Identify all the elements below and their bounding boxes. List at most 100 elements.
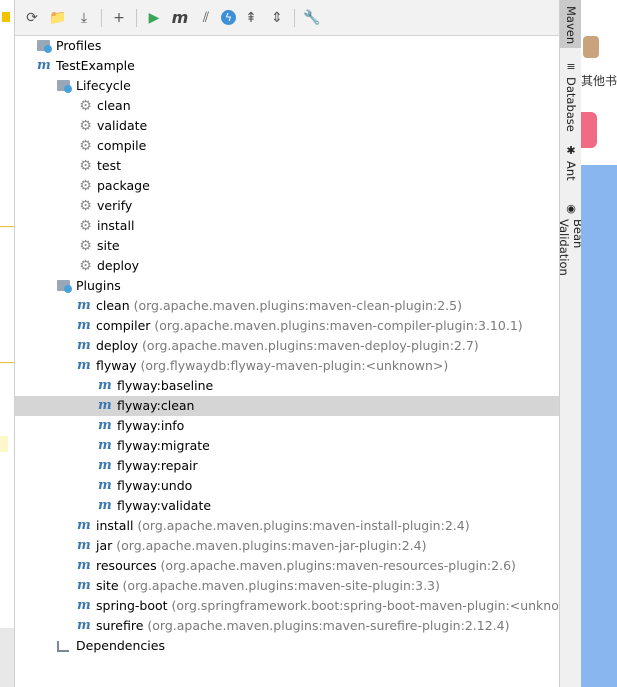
settings-wrench-icon[interactable]: 🔧 [301,7,323,29]
tree-node-pl-resources[interactable]: m resources (org.apache.maven.plugins:mav… [15,556,560,576]
tree-node-label: flyway:baseline [117,376,213,396]
plugin-coordinates: (org.springframework.boot:spring-boot-ma… [167,598,593,613]
run-icon[interactable]: ▶ [143,7,165,29]
download-sources-icon[interactable]: ⤓ [73,7,95,29]
tool-window-label: Ant [564,161,578,181]
tree-node-profiles[interactable]: Profiles [15,36,560,56]
node-name: flyway [96,358,137,373]
tree-node-dependencies[interactable]: Dependencies [15,636,560,656]
toolbar-separator [101,8,102,27]
tree-node-label: site (org.apache.maven.plugins:maven-sit… [96,576,440,596]
tool-window-label: Maven [564,6,578,45]
tree-node-lc-compile[interactable]: ⚙ compile [15,136,560,156]
tree-node-label: surefire (org.apache.maven.plugins:maven… [96,616,509,636]
tool-window-label: Database [564,77,578,132]
tree-node-label: site [97,236,120,256]
plugin-coordinates: (org.apache.maven.plugins:maven-install-… [133,518,470,533]
reload-icon[interactable]: ⟳ [21,7,43,29]
node-name: flyway:repair [117,458,198,473]
tree-node-pl-surefire[interactable]: m surefire (org.apache.maven.plugins:mave… [15,616,560,636]
maven-goal-icon: m [77,598,91,613]
plugin-coordinates: (org.apache.maven.plugins:maven-surefire… [143,618,510,633]
add-maven-project-icon[interactable]: 📁 [47,7,69,29]
tree-node-lifecycle[interactable]: Lifecycle [15,76,560,96]
node-name: flyway:migrate [117,438,210,453]
tree-node-lc-install[interactable]: ⚙ install [15,216,560,236]
tree-node-pl-site[interactable]: m site (org.apache.maven.plugins:maven-si… [15,576,560,596]
tree-node-pl-spring-boot[interactable]: m spring-boot (org.springframework.boot:s… [15,596,592,616]
maven-goal-icon: m [98,458,112,473]
toggle-offline-icon[interactable]: ⫽ [195,7,217,29]
tool-window-tab-ant[interactable]: ✱ Ant [560,144,582,188]
plugin-coordinates: (org.apache.maven.plugins:maven-site-plu… [118,578,440,593]
lifecycle-gear-icon: ⚙ [79,238,92,254]
background-window-edge [0,0,14,687]
guide-line [0,362,14,363]
tree-node-fw-baseline[interactable]: m flyway:baseline [15,376,560,396]
plugin-coordinates: (org.apache.maven.plugins:maven-compiler… [150,318,523,333]
tree-node-testexample[interactable]: m TestExample [15,56,560,76]
tree-node-pl-deploy[interactable]: m deploy (org.apache.maven.plugins:maven-… [15,336,560,356]
node-name: spring-boot [96,598,168,613]
maven-project-tree: Profiles m TestExample Lifecycle ⚙ clean ⚙ vali… [15,36,592,656]
maven-goal-icon: m [98,478,112,493]
tool-window-tab-database[interactable]: ≡ Database [560,60,582,138]
maven-goal-icon: m [77,558,91,573]
tree-node-label: Dependencies [76,636,165,656]
database-icon: ≡ [566,60,576,73]
maven-goal-icon: m [77,518,91,533]
tree-node-pl-compiler[interactable]: m compiler (org.apache.maven.plugins:mave… [15,316,560,336]
plugin-coordinates: (org.apache.maven.plugins:maven-resource… [156,558,516,573]
tree-node-lc-deploy[interactable]: ⚙ deploy [15,256,560,276]
node-name: flyway:validate [117,498,212,513]
tree-node-fw-info[interactable]: m flyway:info [15,416,560,436]
tree-node-pl-clean[interactable]: m clean (org.apache.maven.plugins:maven-c… [15,296,560,316]
tree-node-fw-repair[interactable]: m flyway:repair [15,456,560,476]
tree-node-lc-verify[interactable]: ⚙ verify [15,196,560,216]
tree-node-fw-validate[interactable]: m flyway:validate [15,496,560,516]
node-name: site [96,578,119,593]
maven-toolbar: ⟳ 📁 ⤓ + ▶ m ⫽ ϟ ⇞ ⇕ 🔧 [15,0,560,36]
maven-goal-icon: m [37,58,51,73]
node-name: flyway:info [117,418,185,433]
tree-node-pl-install[interactable]: m install (org.apache.maven.plugins:maven… [15,516,560,536]
node-name: verify [97,198,133,213]
tree-node-lc-validate[interactable]: ⚙ validate [15,116,560,136]
lifecycle-gear-icon: ⚙ [79,98,92,114]
tree-node-lc-package[interactable]: ⚙ package [15,176,560,196]
toolbar-separator [294,8,295,27]
tool-window-tab-maven[interactable]: Maven [560,0,582,48]
skip-tests-icon[interactable]: ϟ [221,10,236,25]
tree-node-label: clean (org.apache.maven.plugins:maven-cl… [96,296,462,316]
plus-icon[interactable]: + [108,7,130,29]
tree-node-lc-clean[interactable]: ⚙ clean [15,96,560,116]
tree-node-fw-migrate[interactable]: m flyway:migrate [15,436,560,456]
node-name: validate [97,118,148,133]
tool-window-tab-bean-validation[interactable]: ◉ Bean Validation [557,202,585,308]
lifecycle-gear-icon: ⚙ [79,258,92,274]
folder-icon [57,80,72,93]
execute-goal-icon[interactable]: m [169,7,191,29]
tree-node-pl-flyway[interactable]: m flyway (org.flywaydb:flyway-maven-plugi… [15,356,560,376]
tree-node-lc-site[interactable]: ⚙ site [15,236,560,256]
collapse-all-icon[interactable]: ⇕ [266,7,288,29]
plugin-coordinates: (org.apache.maven.plugins:maven-clean-pl… [129,298,462,313]
node-name: Dependencies [76,638,165,653]
tree-node-label: flyway:info [117,416,184,436]
node-name: flyway:undo [117,478,193,493]
tree-node-fw-clean[interactable]: m flyway:clean [15,396,560,416]
tree-node-fw-undo[interactable]: m flyway:undo [15,476,560,496]
node-name: Plugins [76,278,121,293]
node-name: install [97,218,135,233]
node-name: resources [96,558,157,573]
tree-node-label: flyway:clean [117,396,194,416]
highlight-marker [0,436,8,452]
show-dependencies-icon[interactable]: ⇞ [240,7,262,29]
tree-node-lc-test[interactable]: ⚙ test [15,156,560,176]
maven-goal-icon: m [77,578,91,593]
node-name: Lifecycle [76,78,131,93]
tree-node-plugins[interactable]: Plugins [15,276,560,296]
tree-node-pl-jar[interactable]: m jar (org.apache.maven.plugins:maven-jar… [15,536,560,556]
plugin-coordinates: (org.flywaydb:flyway-maven-plugin:<unkno… [136,358,449,373]
guide-line [0,226,14,227]
